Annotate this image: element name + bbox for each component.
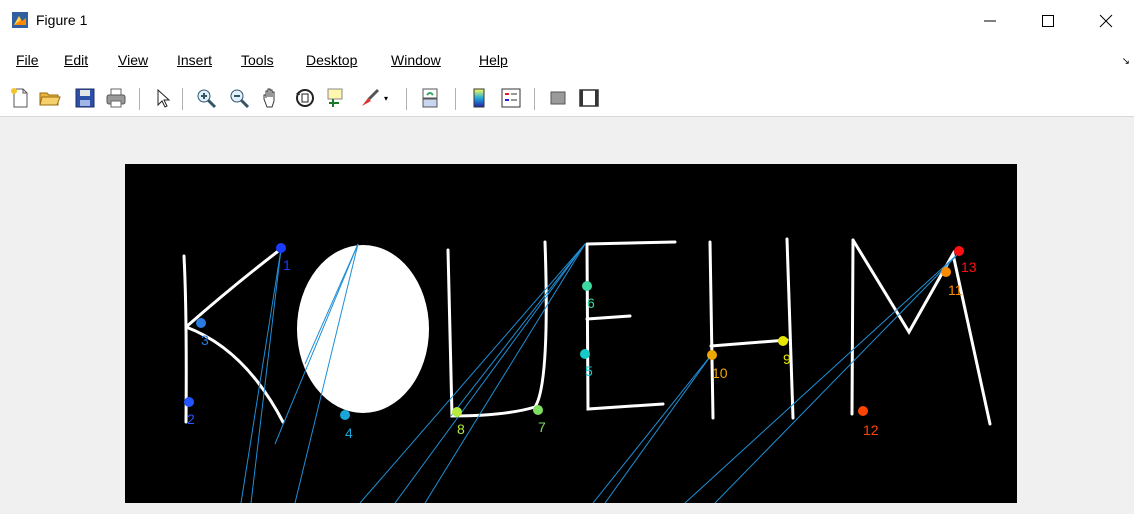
point-label: 11 [948, 282, 963, 298]
point-label: 10 [712, 365, 728, 381]
point-8 [452, 407, 462, 417]
point-label: 1 [283, 257, 291, 273]
point-12 [858, 406, 868, 416]
menu-tools[interactable]: Tools [241, 52, 274, 68]
hide-plot-tools-icon[interactable] [546, 86, 570, 110]
point-label: 13 [961, 259, 977, 275]
maximize-icon [1042, 15, 1054, 27]
pan-icon[interactable] [259, 86, 283, 110]
close-icon [1099, 14, 1113, 28]
open-file-icon[interactable] [38, 86, 62, 110]
minimize-icon [984, 20, 996, 22]
show-plot-tools-icon[interactable] [577, 86, 601, 110]
point-9 [778, 336, 788, 346]
menu-insert[interactable]: Insert [177, 52, 212, 68]
point-10 [707, 350, 717, 360]
maximize-button[interactable] [1028, 8, 1068, 34]
menu-bar: File Edit View Insert Tools Desktop Wind… [0, 42, 1134, 82]
toolbar-separator [139, 88, 140, 110]
point-label: 7 [538, 419, 546, 435]
point-4 [340, 410, 350, 420]
toolbar-separator [182, 88, 183, 110]
link-plot-icon[interactable] [419, 86, 443, 110]
minimize-button[interactable] [970, 8, 1010, 34]
zoom-out-icon[interactable] [227, 86, 251, 110]
point-label: 5 [585, 363, 593, 379]
insert-legend-icon[interactable] [499, 86, 523, 110]
brush-icon[interactable] [358, 86, 382, 110]
point-13 [954, 246, 964, 256]
dock-figure-icon[interactable]: ↘ [1122, 56, 1130, 67]
new-figure-icon[interactable] [8, 86, 32, 110]
toolbar-separator [406, 88, 407, 110]
menu-edit[interactable]: Edit [64, 52, 88, 68]
point-label: 2 [187, 411, 195, 427]
matlab-figure-icon [12, 12, 28, 28]
menu-help[interactable]: Help [479, 52, 508, 68]
point-3 [196, 318, 206, 328]
insert-colorbar-icon[interactable] [467, 86, 491, 110]
menu-desktop[interactable]: Desktop [306, 52, 357, 68]
figure-axes[interactable]: 1 2 3 4 5 6 7 8 9 10 11 12 13 [125, 164, 1017, 503]
point-label: 6 [587, 295, 595, 311]
point-1 [276, 243, 286, 253]
brush-dropdown-icon[interactable]: ▾ [384, 94, 388, 103]
window-title: Figure 1 [36, 12, 88, 28]
point-label: 9 [783, 351, 791, 367]
save-icon[interactable] [73, 86, 97, 110]
letter-o-blob [297, 245, 429, 413]
menu-window[interactable]: Window [391, 52, 441, 68]
point-label: 3 [201, 332, 209, 348]
edit-plot-icon[interactable] [151, 86, 175, 110]
data-cursor-icon[interactable] [325, 86, 349, 110]
zoom-in-icon[interactable] [194, 86, 218, 110]
rotate-3d-icon[interactable] [293, 86, 317, 110]
point-label: 8 [457, 421, 465, 437]
close-button[interactable] [1086, 8, 1126, 34]
point-11 [941, 267, 951, 277]
point-7 [533, 405, 543, 415]
print-icon[interactable] [104, 86, 128, 110]
figure-toolbar: ▾ [0, 82, 1134, 117]
toolbar-separator [534, 88, 535, 110]
point-6 [582, 281, 592, 291]
point-5 [580, 349, 590, 359]
title-bar: Figure 1 [0, 0, 1134, 42]
letter-image: 1 2 3 4 5 6 7 8 9 10 11 12 13 [182, 237, 992, 503]
point-label: 4 [345, 425, 353, 441]
menu-file[interactable]: File [16, 52, 39, 68]
point-label: 12 [863, 422, 879, 438]
toolbar-separator [455, 88, 456, 110]
point-2 [184, 397, 194, 407]
menu-view[interactable]: View [118, 52, 148, 68]
